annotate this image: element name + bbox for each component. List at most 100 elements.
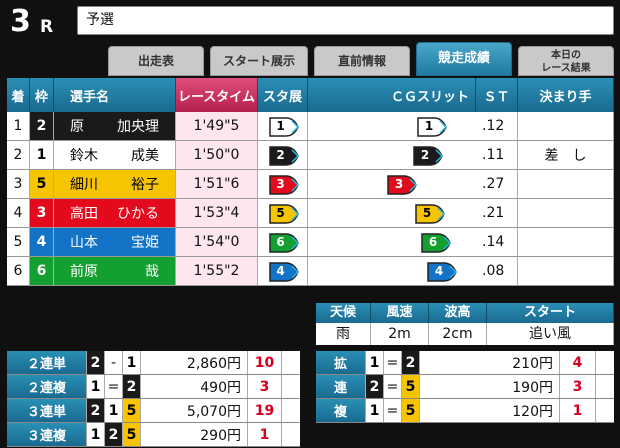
col-kimarite: 決まり手 (518, 78, 614, 112)
start-wind-value: 追い風 (487, 323, 614, 345)
combo-separator: - (105, 351, 123, 374)
finish-position: 1 (7, 112, 30, 140)
col-waku: 枠 (30, 78, 54, 112)
cg-slit: 4 (308, 257, 476, 285)
boat-number: 4 (276, 264, 285, 278)
start-exhibition-course: 1 (258, 112, 308, 140)
combo-number: 2 (402, 351, 420, 374)
racer-name[interactable]: 細川 裕子 (54, 170, 176, 198)
wide-payout-row: 複 1 = 5 120円 1 (316, 399, 614, 423)
tab-entry-list[interactable]: 出走表 (108, 46, 204, 76)
racer-given-name: 加央理 (117, 119, 159, 135)
table-row: 1 2 原加央理 1'49"5 1 1.12 (7, 112, 614, 141)
race-time: 1'53"4 (176, 199, 258, 227)
start-timing: .21 (476, 199, 518, 227)
col-position: 着 (7, 78, 30, 112)
race-number-unit: R (40, 17, 54, 37)
racer-given-name: 哉 (145, 264, 159, 280)
boat-icon: 4 (426, 262, 458, 282)
popularity: 4 (560, 351, 596, 374)
boat-number: 4 (434, 264, 444, 278)
start-timing: .14 (476, 228, 518, 256)
boat-icon: 1 (268, 117, 299, 137)
boat-number: 2 (276, 148, 285, 162)
wide-payout-table: 拡 1 = 2 210円 4 連 2 = 5 190円 3 複 1 = 5 120円 1 (316, 351, 614, 423)
bet-type: ２連複 (7, 375, 87, 398)
combo-separator: 2 (105, 423, 123, 446)
racer-name[interactable]: 山本 宝姫 (54, 228, 176, 256)
popularity: 1 (560, 399, 596, 422)
tab-today-results[interactable]: 本日の レース結果 (518, 46, 614, 76)
table-row: 4 3 高田 ひかる 1'53"4 5 5 .21 (7, 199, 614, 228)
racer-surname: 鈴木 (70, 148, 98, 164)
col-cg-slit: ＣＧスリット (308, 78, 476, 112)
racer-given-name: ひかる (117, 206, 159, 222)
bet-type: ３連単 (7, 399, 87, 422)
cg-slit: 1 (308, 112, 476, 140)
wave-height-value: 2cm (429, 323, 487, 345)
boat-icon: 2 (268, 146, 299, 166)
finish-position: 5 (7, 228, 30, 256)
combo-number: 1 (87, 423, 105, 446)
racer-given-name: 宝姫 (131, 235, 159, 251)
finish-position: 4 (7, 199, 30, 227)
payout-amount: 120円 (420, 399, 560, 422)
boat-icon: 4 (268, 262, 299, 282)
wide-payout-row: 拡 1 = 2 210円 4 (316, 351, 614, 375)
result-table-header: 着 枠 選手名 レースタイム スタ展 ＣＧスリット ＳＴ 決まり手 (7, 78, 614, 112)
racer-given-name: 成美 (131, 148, 159, 164)
combo-separator: = (105, 375, 123, 398)
combo-number: 2 (87, 399, 105, 422)
boat-number: 1 (424, 119, 434, 133)
racer-name[interactable]: 鈴木 成美 (54, 141, 176, 169)
kimarite (518, 112, 614, 140)
race-name: 予選 (77, 6, 614, 35)
cg-slit: 3 (308, 170, 476, 198)
payout-amount: 290円 (141, 423, 248, 446)
combo-number: 2 (123, 375, 141, 398)
start-wind-header: スタート (487, 303, 614, 323)
table-row: 6 6 前原 哉 1'55"2 4 4 .08 (7, 257, 614, 286)
racer-surname: 高田 (70, 206, 98, 222)
combo-separator: = (384, 375, 402, 398)
racer-name[interactable]: 原 加央理 (54, 112, 176, 140)
combo-number: 1 (366, 351, 384, 374)
tab-race-result[interactable]: 競走成績 (416, 42, 512, 76)
boat-icon: 2 (412, 146, 444, 166)
kimarite (518, 228, 614, 256)
start-timing: .12 (476, 112, 518, 140)
combo-separator: = (384, 351, 402, 374)
table-row: 5 4 山本 宝姫 1'54"0 6 6 .14 (7, 228, 614, 257)
wide-payout-row: 連 2 = 5 190円 3 (316, 375, 614, 399)
boat-icon: 5 (414, 204, 446, 224)
racer-name[interactable]: 前原 哉 (54, 257, 176, 285)
payout-amount: 490円 (141, 375, 248, 398)
combo-number: 1 (87, 375, 105, 398)
tab-pre-race-info[interactable]: 直前情報 (314, 46, 410, 76)
race-time: 1'50"0 (176, 141, 258, 169)
race-time: 1'54"0 (176, 228, 258, 256)
start-exhibition-course: 6 (258, 228, 308, 256)
payout-amount: 5,070円 (141, 399, 248, 422)
wide-label-char: 複 (316, 399, 366, 422)
racer-name[interactable]: 高田 ひかる (54, 199, 176, 227)
finish-position: 6 (7, 257, 30, 285)
waku-number: 6 (30, 257, 54, 285)
wide-label-char: 連 (316, 375, 366, 398)
tab-start-exhibition[interactable]: スタート展示 (210, 46, 308, 76)
boat-number: 2 (420, 148, 430, 162)
payout-row: ３連複 1 2 5 290円 1 (7, 423, 300, 447)
start-exhibition-course: 3 (258, 170, 308, 198)
racer-surname: 細川 (70, 177, 98, 193)
bet-type: ３連複 (7, 423, 87, 446)
col-race-time: レースタイム (176, 78, 258, 112)
combo-separator: 1 (105, 399, 123, 422)
boat-icon: 6 (268, 233, 299, 253)
race-time: 1'55"2 (176, 257, 258, 285)
boat-icon: 5 (268, 204, 299, 224)
racer-surname: 前原 (70, 264, 98, 280)
payout-row: ３連単 2 1 5 5,070円 19 (7, 399, 300, 423)
kimarite (518, 170, 614, 198)
combo-number: 2 (366, 375, 384, 398)
waku-number: 2 (30, 112, 54, 140)
